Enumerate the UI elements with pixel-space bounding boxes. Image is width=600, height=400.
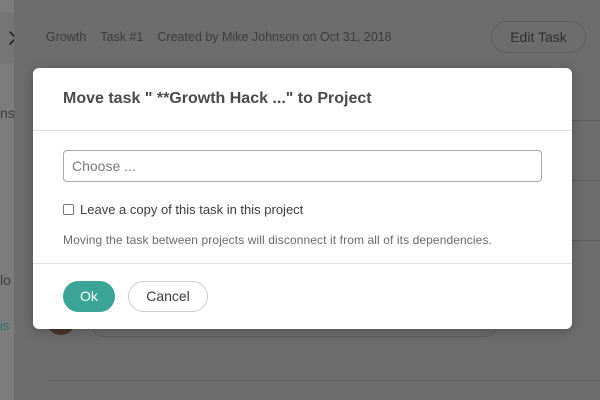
move-task-dialog: Move task " **Growth Hack ..." to Projec… <box>33 68 572 329</box>
divider <box>46 380 600 381</box>
breadcrumb-task: Task #1 <box>100 30 144 44</box>
project-select-placeholder: Choose ... <box>72 158 136 174</box>
leave-copy-checkbox[interactable] <box>63 204 74 215</box>
left-fragment-2: lo <box>0 272 11 288</box>
divider <box>572 180 600 181</box>
dependency-note: Moving the task between projects will di… <box>63 233 492 247</box>
breadcrumb-created-by: Created by Mike Johnson on Oct 31, 2018 <box>157 30 392 44</box>
dialog-body: Choose ... Leave a copy of this task in … <box>33 131 572 264</box>
leave-copy-row[interactable]: Leave a copy of this task in this projec… <box>63 202 542 217</box>
dialog-footer: Ok Cancel <box>33 264 572 328</box>
divider <box>572 120 600 121</box>
cancel-button[interactable]: Cancel <box>128 280 208 312</box>
leave-copy-label[interactable]: Leave a copy of this task in this projec… <box>80 202 303 217</box>
dialog-header: Move task " **Growth Hack ..." to Projec… <box>33 68 572 131</box>
breadcrumb-project[interactable]: Growth <box>46 30 86 44</box>
edit-task-button[interactable]: Edit Task <box>491 21 586 53</box>
dialog-title: Move task " **Growth Hack ..." to Projec… <box>63 90 372 107</box>
breadcrumb: Growth Task #1 Created by Mike Johnson o… <box>46 30 392 44</box>
ok-button[interactable]: Ok <box>63 280 115 312</box>
divider <box>572 240 600 241</box>
project-select[interactable]: Choose ... <box>63 150 542 182</box>
left-fragment-1: ns <box>0 105 15 121</box>
left-fragment-3: is <box>0 318 10 333</box>
